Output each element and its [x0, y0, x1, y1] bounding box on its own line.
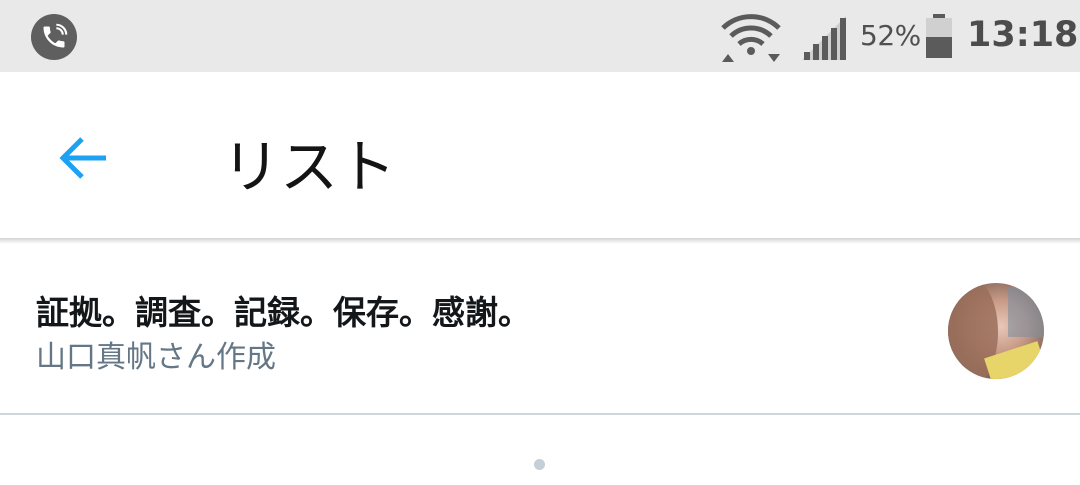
- battery-percentage: 52%: [860, 19, 921, 52]
- list-name: 証拠。調査。記録。保存。感謝。: [36, 293, 531, 332]
- signal-icon: [802, 16, 846, 60]
- back-button[interactable]: [48, 122, 120, 194]
- arrow-left-icon: [59, 137, 106, 179]
- status-bar: 52% 13:18: [0, 0, 1080, 72]
- page-title: リスト: [222, 133, 397, 201]
- list-owner: 山口真帆さん作成: [36, 340, 276, 375]
- clock: 13:18: [967, 15, 1079, 55]
- wifi-icon: [721, 14, 781, 62]
- app-bar: リスト: [0, 72, 1080, 240]
- call-icon: [31, 14, 77, 60]
- divider: [0, 413, 1080, 415]
- owner-avatar[interactable]: [948, 283, 1044, 379]
- battery-icon: [926, 14, 952, 58]
- list-item[interactable]: 証拠。調査。記録。保存。感謝。 山口真帆さん作成: [0, 244, 1080, 413]
- loading-indicator: [534, 459, 545, 470]
